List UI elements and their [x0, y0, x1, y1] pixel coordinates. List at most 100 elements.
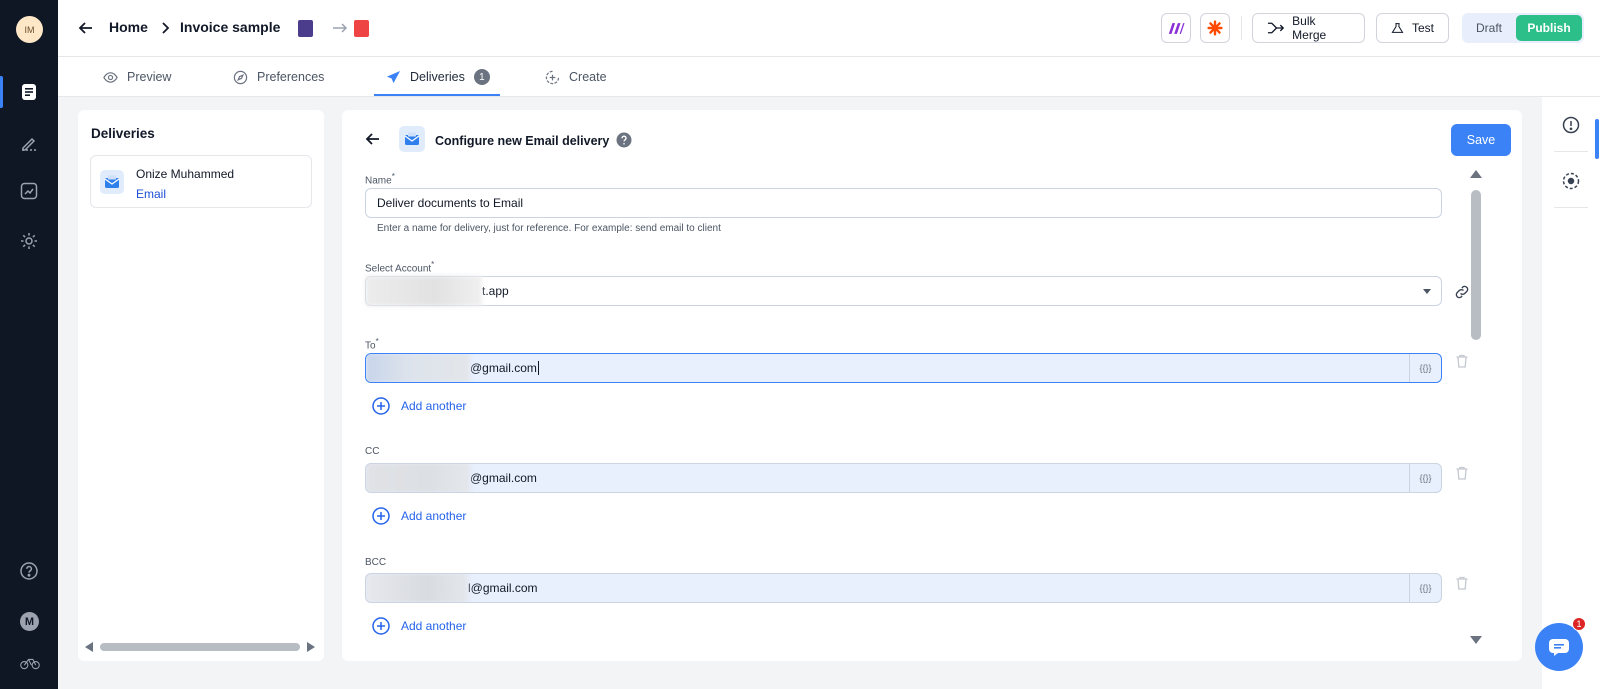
html-file-icon: [298, 20, 313, 37]
help-circle-icon[interactable]: [19, 561, 39, 581]
name-field-label: Name*: [365, 172, 395, 187]
deliveries-list-panel: Deliveries Onize Muhammed Email: [78, 110, 324, 661]
save-button[interactable]: Save: [1451, 124, 1511, 156]
dropdown-caret-icon: [1423, 289, 1431, 294]
account-select-value: t.app: [482, 284, 509, 298]
breadcrumb-home[interactable]: Home: [109, 19, 148, 35]
config-title: Configure new Email delivery: [435, 134, 610, 148]
publish-button[interactable]: Publish: [1516, 15, 1582, 41]
config-back-arrow-icon[interactable]: [364, 130, 382, 148]
chat-notification-badge: 1: [1572, 617, 1586, 631]
make-integration-button[interactable]: [1161, 13, 1191, 43]
redacted-email-prefix: [366, 354, 470, 382]
cc-email-input[interactable]: @gmail.com {{}}: [365, 463, 1442, 493]
scroll-right-arrow-icon[interactable]: [306, 641, 316, 653]
redacted-email-prefix: [366, 464, 470, 492]
plus-circle-icon: [372, 617, 390, 635]
target-settings-icon[interactable]: [1562, 172, 1580, 190]
delivery-recipient-name: Onize Muhammed: [136, 167, 235, 181]
active-tab-underline: [374, 94, 500, 96]
question-help-icon[interactable]: [616, 132, 632, 148]
delivery-list-item[interactable]: Onize Muhammed Email: [90, 155, 312, 208]
insert-variable-button[interactable]: {{}}: [1409, 464, 1441, 492]
add-another-to-button[interactable]: Add another: [372, 397, 466, 415]
account-field-label: Select Account*: [365, 260, 435, 275]
tab-preferences-label: Preferences: [257, 70, 325, 84]
cc-field-label: CC: [365, 446, 380, 457]
trash-icon[interactable]: [1454, 353, 1470, 369]
right-rail-divider: [1554, 151, 1588, 152]
user-avatar[interactable]: IM: [16, 16, 43, 43]
text-caret: [537, 361, 539, 375]
right-rail: [1542, 97, 1600, 689]
bulk-merge-button[interactable]: Bulk Merge: [1252, 13, 1365, 43]
to-email-input[interactable]: @gmail.com {{}}: [365, 353, 1442, 383]
add-another-label: Add another: [401, 509, 467, 523]
tab-preferences[interactable]: Preferences: [233, 57, 324, 97]
plus-circle-icon: [372, 397, 390, 415]
redacted-email-prefix: [366, 574, 468, 602]
rail-active-indicator: [0, 76, 3, 108]
workspace-avatar[interactable]: M: [20, 612, 39, 631]
bcc-email-value: l@gmail.com: [468, 581, 538, 595]
plus-circle-icon: [545, 70, 560, 84]
vertical-scrollbar-thumb[interactable]: [1471, 190, 1481, 340]
breadcrumb-current: Invoice sample: [180, 19, 281, 35]
right-rail-active-indicator: [1595, 119, 1599, 159]
account-select[interactable]: t.app: [365, 276, 1442, 306]
left-rail: IM M: [0, 0, 58, 689]
to-email-value: @gmail.com: [470, 361, 537, 375]
add-another-label: Add another: [401, 399, 467, 413]
insert-variable-button[interactable]: {{}}: [1409, 574, 1441, 602]
add-another-label: Add another: [401, 619, 467, 633]
tab-preview-label: Preview: [127, 70, 172, 84]
zapier-logo-icon: [1207, 20, 1223, 36]
zapier-integration-button[interactable]: [1200, 13, 1230, 43]
test-label: Test: [1411, 21, 1434, 35]
make-logo-icon: [1168, 22, 1185, 34]
header-divider: [1241, 16, 1242, 40]
scroll-down-arrow-icon[interactable]: [1470, 636, 1482, 644]
compass-icon: [233, 70, 248, 84]
tab-deliveries[interactable]: Deliveries 1: [386, 57, 490, 97]
tab-preview[interactable]: Preview: [103, 57, 171, 97]
tab-create[interactable]: Create: [545, 57, 607, 97]
back-arrow-icon[interactable]: [76, 18, 96, 38]
test-button[interactable]: Test: [1376, 13, 1449, 43]
bike-logo-icon: [16, 653, 44, 673]
scroll-left-arrow-icon[interactable]: [84, 641, 94, 653]
email-delivery-config-panel: Configure new Email delivery Save Name* …: [342, 110, 1522, 661]
to-field-label: To*: [365, 337, 379, 352]
top-header: Home Invoice sample Bulk Merge Test Draf…: [58, 0, 1600, 57]
chat-bubble-icon: [1549, 639, 1569, 656]
trash-icon[interactable]: [1454, 575, 1470, 591]
pdf-file-icon: [354, 20, 369, 37]
email-config-icon: [399, 126, 425, 152]
bcc-field-label: BCC: [365, 557, 387, 568]
insert-variable-button[interactable]: {{}}: [1409, 354, 1441, 382]
flask-icon: [1391, 23, 1404, 33]
horizontal-scrollbar-thumb[interactable]: [100, 643, 300, 651]
add-another-cc-button[interactable]: Add another: [372, 507, 466, 525]
bcc-email-input[interactable]: l@gmail.com {{}}: [365, 573, 1442, 603]
scroll-up-arrow-icon[interactable]: [1470, 170, 1482, 178]
bulk-merge-label: Bulk Merge: [1292, 14, 1327, 42]
eye-icon: [103, 71, 118, 83]
name-helper-text: Enter a name for delivery, just for refe…: [377, 223, 721, 234]
name-input[interactable]: Deliver documents to Email: [365, 188, 1442, 218]
link-account-icon[interactable]: [1454, 284, 1470, 300]
cc-email-value: @gmail.com: [470, 471, 537, 485]
trash-icon[interactable]: [1454, 465, 1470, 481]
right-rail-divider: [1554, 207, 1588, 208]
add-another-bcc-button[interactable]: Add another: [372, 617, 466, 635]
merge-icon: [1267, 22, 1285, 34]
tab-deliveries-label: Deliveries: [410, 70, 465, 84]
settings-gear-icon[interactable]: [19, 231, 39, 251]
plus-circle-icon: [372, 507, 390, 525]
draft-button[interactable]: Draft: [1462, 13, 1516, 43]
documents-icon[interactable]: [19, 82, 39, 102]
delivery-type: Email: [136, 187, 167, 201]
analytics-icon[interactable]: [19, 181, 39, 201]
signature-icon[interactable]: [19, 132, 39, 152]
alert-info-icon[interactable]: [1562, 116, 1580, 134]
